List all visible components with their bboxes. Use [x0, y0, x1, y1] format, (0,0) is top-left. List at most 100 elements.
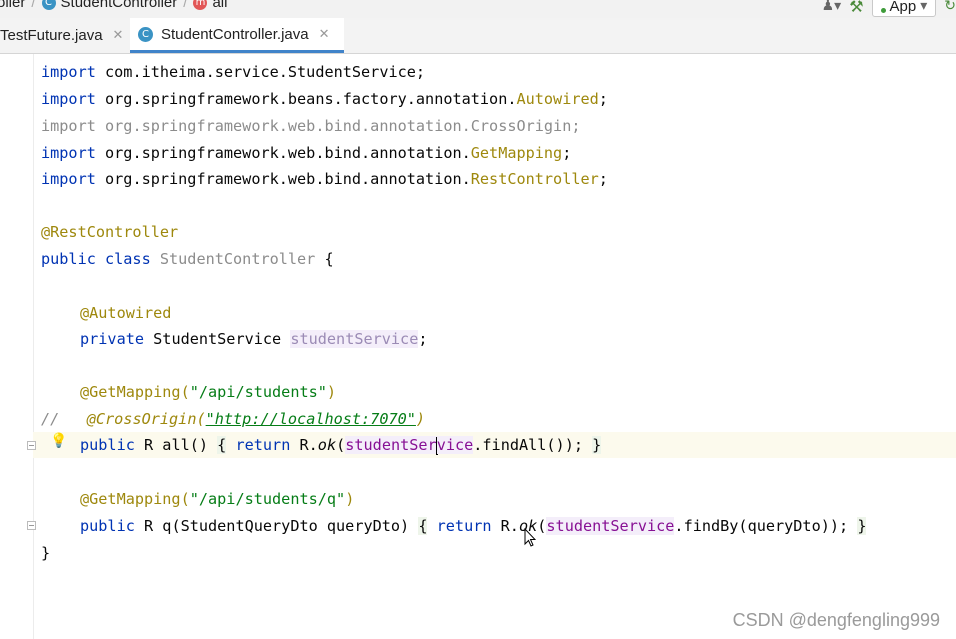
code-line[interactable]: private StudentService studentService;	[80, 326, 428, 352]
method-icon: m	[193, 0, 208, 10]
keyword: public	[80, 436, 135, 454]
method-signature: R all()	[134, 436, 218, 454]
field-name: studentService	[546, 517, 675, 535]
breadcrumb: oller / C StudentController / m all	[0, 0, 227, 11]
identifier: R.	[491, 517, 519, 535]
code-line-unused-import[interactable]: import org.springframework.web.bind.anno…	[41, 113, 581, 139]
keyword: private	[80, 330, 145, 348]
brace: {	[217, 436, 227, 454]
class-icon: C	[138, 26, 153, 42]
annotation: @RestController	[41, 223, 179, 241]
code-line[interactable]: public R all() { return R.ok(studentServ…	[80, 432, 602, 458]
watermark: CSDN @dengfengling999	[732, 610, 940, 630]
semicolon: ;	[571, 117, 581, 135]
brace: {	[315, 250, 334, 268]
semicolon: ;	[562, 144, 572, 162]
package-name: org.springframework.web.bind.annotation.	[95, 144, 471, 162]
toolbar: ♟▾ ⚒ App ▾ ↻	[822, 0, 956, 18]
code-line[interactable]: public R q(StudentQueryDto queryDto) { r…	[80, 513, 867, 539]
code-line[interactable]: @Autowired	[80, 300, 171, 326]
editor-tab-bar: TestFuture.java ✕ C StudentController.ja…	[0, 18, 956, 54]
method-signature: R q(StudentQueryDto queryDto)	[134, 517, 419, 535]
brace: }	[857, 517, 867, 535]
code-editor[interactable]: 💡 import com.itheima.service.StudentServ…	[0, 54, 956, 639]
class-name: StudentController	[150, 250, 316, 268]
run-config-icon	[880, 8, 886, 13]
keyword: import	[41, 90, 96, 108]
brace: }	[592, 436, 602, 454]
code-line[interactable]: import org.springframework.web.bind.anno…	[41, 166, 608, 192]
method-call: .findAll());	[473, 436, 583, 454]
annotation: @CrossOrigin(	[86, 410, 206, 428]
class-icon: C	[41, 0, 56, 10]
paren: )	[326, 383, 337, 401]
package-name: org.springframework.web.bind.annotation.	[95, 170, 471, 188]
method-call: ok	[317, 436, 337, 454]
refresh-icon[interactable]: ↻	[944, 0, 956, 14]
code-line[interactable]: public class StudentController {	[41, 246, 334, 272]
annotation: @GetMapping(	[80, 383, 190, 401]
keyword: return	[235, 436, 291, 454]
package-name: org.springframework.web.bind.annotation.…	[95, 117, 572, 135]
code-line-comment[interactable]: // @CrossOrigin("http://localhost:7070")	[41, 406, 425, 432]
tab-label: TestFuture.java	[0, 27, 103, 44]
code-line[interactable]: }	[41, 540, 50, 566]
build-hammer-icon[interactable]: ⚒	[849, 0, 863, 16]
fold-icon[interactable]	[27, 441, 36, 450]
close-icon[interactable]: ✕	[319, 27, 330, 42]
keyword: return	[436, 517, 492, 535]
code-line[interactable]: import org.springframework.web.bind.anno…	[41, 140, 571, 166]
close-icon[interactable]: ✕	[113, 28, 124, 43]
breadcrumb-item-package[interactable]: oller	[0, 0, 25, 11]
method-call: .findBy(queryDto));	[674, 517, 849, 535]
tab-testfuture[interactable]: TestFuture.java ✕	[0, 18, 126, 53]
mouse-pointer-icon	[524, 528, 536, 547]
user-icon[interactable]: ♟▾	[822, 0, 842, 14]
breadcrumb-item-method[interactable]: all	[212, 0, 227, 11]
lightbulb-icon[interactable]: 💡	[50, 433, 67, 449]
tab-studentcontroller[interactable]: C StudentController.java ✕	[130, 18, 344, 53]
package-name: org.springframework.beans.factory.annota…	[95, 90, 517, 108]
paren: )	[345, 490, 355, 508]
paren: )	[415, 410, 426, 428]
keyword: public class	[41, 250, 151, 268]
editor-gutter[interactable]	[0, 54, 34, 639]
field-name: studentSer	[345, 436, 437, 454]
semicolon: ;	[598, 90, 608, 108]
annotation: @GetMapping(	[80, 490, 190, 508]
keyword: import	[41, 117, 96, 135]
code-line[interactable]: import com.itheima.service.StudentServic…	[41, 59, 425, 85]
string-literal: "/api/students"	[189, 383, 327, 401]
type-name: StudentService	[144, 330, 291, 348]
keyword: import	[41, 170, 96, 188]
field-name: studentService	[290, 330, 419, 348]
annotation-class: Autowired	[516, 90, 599, 108]
identifier: R.	[290, 436, 318, 454]
keyword: import	[41, 144, 96, 162]
annotation: @Autowired	[80, 304, 172, 322]
brace: }	[41, 544, 51, 562]
run-config-label: App	[889, 0, 917, 15]
annotation-class: RestController	[470, 170, 599, 188]
semicolon: ;	[418, 330, 428, 348]
code-line[interactable]: @GetMapping("/api/students")	[80, 379, 336, 405]
string-literal: "http://localhost:7070"	[205, 410, 416, 428]
navigation-bar: oller / C StudentController / m all ♟▾ ⚒…	[0, 0, 956, 18]
breadcrumb-separator: /	[183, 0, 188, 11]
tab-label: StudentController.java	[161, 25, 309, 43]
keyword: import	[41, 63, 96, 81]
semicolon: ;	[415, 63, 426, 81]
comment-marker: //	[41, 410, 60, 428]
package-name: com.itheima.service.StudentService	[95, 63, 416, 81]
breadcrumb-separator: /	[31, 0, 36, 11]
keyword: public	[80, 517, 135, 535]
run-configuration-dropdown[interactable]: App ▾	[871, 0, 937, 17]
annotation-class: GetMapping	[470, 144, 563, 162]
breadcrumb-item-class[interactable]: StudentController	[61, 0, 178, 11]
string-literal: "/api/students/q"	[189, 490, 346, 508]
code-line[interactable]: @GetMapping("/api/students/q")	[80, 486, 354, 512]
code-line[interactable]: @RestController	[41, 219, 178, 245]
fold-icon[interactable]	[27, 521, 36, 530]
field-name: vice	[436, 436, 474, 454]
code-line[interactable]: import org.springframework.beans.factory…	[41, 86, 608, 112]
